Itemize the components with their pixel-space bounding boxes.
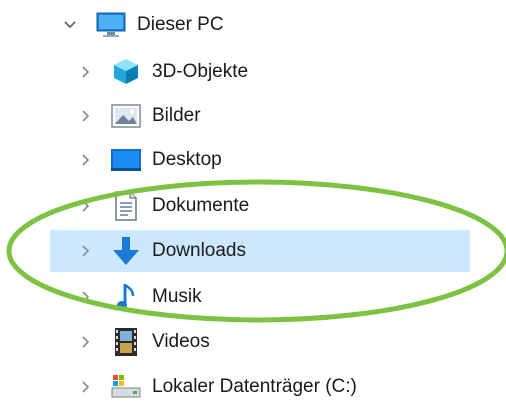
tree-item-pictures[interactable]: Bilder bbox=[0, 95, 506, 137]
tree-item-3d-objects[interactable]: 3D-Objekte bbox=[0, 51, 506, 93]
chevron-right-icon[interactable] bbox=[78, 243, 94, 259]
pictures-icon bbox=[111, 103, 141, 131]
tree-item-label: Lokaler Datenträger (C:) bbox=[152, 376, 357, 397]
chevron-right-icon[interactable] bbox=[78, 379, 94, 395]
film-icon bbox=[114, 327, 142, 356]
monitor-icon bbox=[96, 11, 126, 39]
tree-item-label: 3D-Objekte bbox=[152, 61, 249, 82]
cube-3d-icon bbox=[112, 57, 140, 85]
chevron-down-icon[interactable] bbox=[62, 17, 78, 33]
chevron-right-icon[interactable] bbox=[78, 198, 94, 214]
chevron-right-icon[interactable] bbox=[78, 108, 94, 124]
tree-item-label: Dokumente bbox=[152, 195, 250, 216]
tree-item-this-pc[interactable]: Dieser PC bbox=[0, 4, 506, 46]
tree-item-documents[interactable]: Dokumente bbox=[0, 185, 506, 227]
tree-item-label: Dieser PC bbox=[137, 14, 224, 35]
download-arrow-icon bbox=[112, 236, 140, 265]
tree-item-music[interactable]: Musik bbox=[0, 276, 506, 318]
tree-item-label: Bilder bbox=[152, 105, 201, 126]
music-note-icon bbox=[116, 282, 144, 310]
chevron-right-icon[interactable] bbox=[78, 64, 94, 80]
chevron-right-icon[interactable] bbox=[78, 334, 94, 350]
desktop-icon bbox=[110, 148, 141, 176]
tree-item-label: Desktop bbox=[152, 149, 222, 170]
tree-item-local-disk-c[interactable]: Lokaler Datenträger (C:) bbox=[0, 366, 506, 408]
local-disk-icon bbox=[111, 373, 141, 401]
tree-item-label: Downloads bbox=[152, 240, 246, 261]
chevron-right-icon[interactable] bbox=[78, 289, 94, 305]
tree-item-label: Videos bbox=[152, 331, 210, 352]
chevron-right-icon[interactable] bbox=[78, 152, 94, 168]
tree-item-label: Musik bbox=[152, 286, 202, 307]
tree-item-videos[interactable]: Videos bbox=[0, 321, 506, 363]
tree-item-desktop[interactable]: Desktop bbox=[0, 139, 506, 181]
document-icon bbox=[114, 191, 142, 221]
navigation-tree: Dieser PC 3D-Objekte Bilder Desktop Doku… bbox=[0, 0, 506, 403]
tree-item-downloads[interactable]: Downloads bbox=[0, 230, 506, 272]
